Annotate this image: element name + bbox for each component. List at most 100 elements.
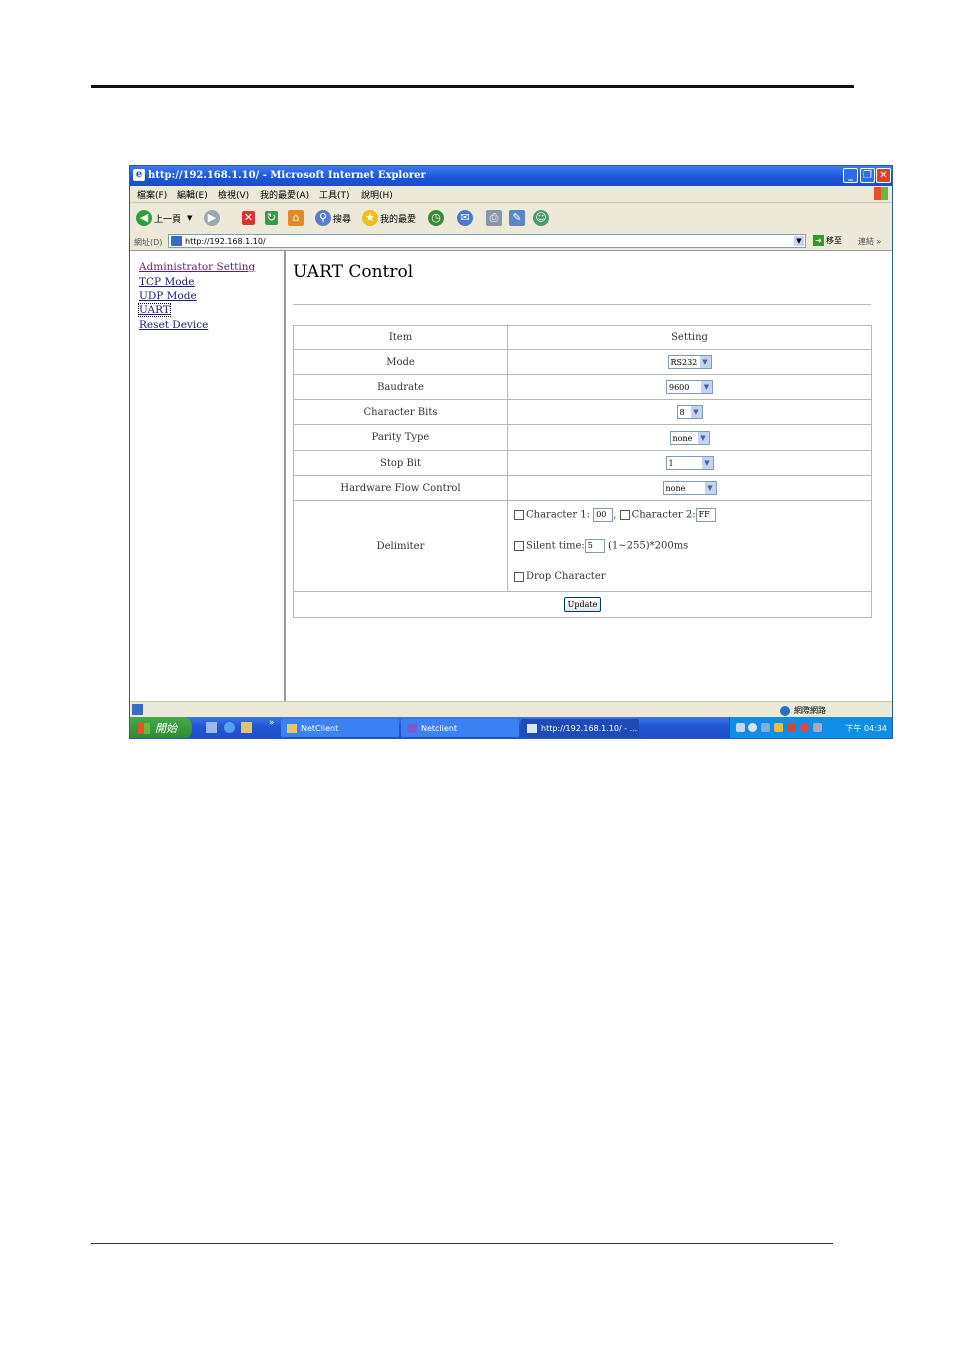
quicklaunch-more-icon[interactable]: » — [269, 718, 275, 728]
refresh-button[interactable]: ↻ — [265, 209, 280, 227]
mail-button[interactable]: ✉ — [457, 209, 475, 227]
menu-favorites[interactable]: 我的最愛(A) — [260, 188, 309, 201]
header-setting: Setting — [507, 325, 872, 350]
star-icon: ★ — [362, 210, 378, 226]
hardware-flow-control-select[interactable]: none ▼ — [662, 481, 717, 495]
table-row: Stop Bit 1 ▼ — [293, 450, 872, 476]
home-button[interactable]: ⌂ — [288, 209, 306, 227]
links-button[interactable]: 連結 » — [858, 236, 881, 247]
back-button[interactable]: ◀ 上一頁 ▼ — [136, 209, 192, 227]
address-dropdown-icon[interactable]: ▼ — [794, 236, 804, 246]
chevron-down-icon: ▼ — [699, 356, 711, 368]
menu-edit[interactable]: 編輯(E) — [177, 188, 208, 201]
window-title: http://192.168.1.10/ - Microsoft Interne… — [148, 170, 426, 181]
app-icon — [407, 723, 417, 733]
stop-button[interactable]: ✕ — [242, 209, 257, 227]
chevron-down-icon: ▼ — [704, 482, 716, 494]
tray-ime-icon[interactable] — [774, 723, 783, 732]
silent-time-label: Silent time: — [526, 540, 585, 552]
drop-character-checkbox[interactable] — [514, 571, 524, 582]
maximize-button[interactable]: ❐ — [860, 168, 875, 183]
character1-input[interactable]: 00 — [593, 508, 614, 522]
uart-settings-table: Item Setting Mode RS232 ▼ Baudrate 9600 ▼ … — [293, 325, 872, 618]
windows-logo-icon — [874, 187, 888, 200]
page-bottom-rule — [91, 1243, 833, 1244]
edit-button[interactable]: ✎ — [509, 209, 527, 227]
table-row: Hardware Flow Control none ▼ — [293, 475, 872, 501]
taskbar: 開始 » NetClient Netclient http://192.168.… — [130, 717, 892, 738]
table-header-row: Item Setting — [293, 325, 872, 350]
table-row: Baudrate 9600 ▼ — [293, 374, 872, 400]
character-bits-select[interactable]: 8 ▼ — [676, 405, 703, 419]
zone-label: 網際網路 — [794, 706, 826, 715]
address-url[interactable]: http://192.168.1.10/ — [185, 237, 266, 246]
ie-page-icon — [527, 723, 537, 733]
forward-arrow-icon: ▶ — [204, 210, 220, 226]
character2-input[interactable]: FF — [695, 508, 716, 522]
delimiter-row: Delimiter Character 1: 00, Character 2: F… — [293, 500, 872, 592]
mode-select[interactable]: RS232 ▼ — [667, 355, 712, 369]
task-label: Netclient — [421, 723, 458, 733]
history-button[interactable]: ◷ — [428, 209, 446, 227]
update-row: Update — [293, 591, 872, 618]
tray-network-icon[interactable] — [761, 723, 770, 732]
delimiter-characters: Character 1: 00, Character 2: FF — [514, 508, 716, 522]
minimize-button[interactable]: _ — [843, 168, 858, 183]
favorites-button[interactable]: ★ 我的最愛 — [362, 209, 416, 227]
baudrate-select[interactable]: 9600 ▼ — [666, 380, 713, 394]
back-label: 上一頁 — [154, 214, 182, 225]
menu-view[interactable]: 檢視(V) — [218, 188, 249, 201]
tray-security-icon[interactable] — [787, 723, 796, 732]
tray-keyboard-icon[interactable] — [736, 723, 745, 732]
messenger-button[interactable]: ☺ — [533, 209, 551, 227]
start-button[interactable]: 開始 — [130, 717, 192, 738]
close-button[interactable]: ✕ — [876, 168, 891, 183]
menu-help[interactable]: 說明(H) — [361, 188, 393, 201]
tray-volume-icon[interactable] — [813, 723, 822, 732]
nav-reset-device[interactable]: Reset Device — [139, 319, 208, 331]
tray-language-icon[interactable] — [748, 723, 757, 732]
quicklaunch-ie-icon[interactable] — [224, 722, 235, 733]
nav-administrator-setting[interactable]: Administrator Setting — [139, 261, 255, 273]
task-netclient-folder[interactable]: NetClient — [281, 719, 399, 737]
go-button[interactable]: ➜ 移至 — [813, 235, 842, 246]
clock[interactable]: 下午 04:34 — [845, 723, 887, 734]
back-dropdown-icon[interactable]: ▼ — [187, 214, 192, 222]
silent-time-input[interactable]: 5 — [584, 539, 605, 553]
go-label: 移至 — [826, 236, 842, 245]
chevron-down-icon: ▼ — [701, 457, 713, 469]
links-more: » — [876, 237, 882, 246]
address-label: 網址(D) — [134, 238, 163, 247]
chevron-down-icon: ▼ — [701, 381, 712, 393]
silent-time-checkbox[interactable] — [514, 541, 524, 551]
browser-window: e http://192.168.1.10/ - Microsoft Inter… — [129, 165, 893, 739]
task-ie-window[interactable]: http://192.168.1.10/ - ... — [521, 719, 639, 737]
address-input[interactable]: http://192.168.1.10/ ▼ — [168, 234, 806, 248]
menu-tools[interactable]: 工具(T) — [319, 188, 350, 201]
character2-label: Character 2: — [631, 509, 696, 521]
nav-tcp-mode[interactable]: TCP Mode — [139, 276, 194, 288]
stop-bit-value: 1 — [668, 459, 674, 468]
nav-udp-mode[interactable]: UDP Mode — [139, 290, 197, 302]
tray-antivirus-icon[interactable] — [800, 723, 809, 732]
main-frame: UART Control Item Setting Mode RS232 ▼ Ba… — [286, 251, 892, 701]
menu-file[interactable]: 檔案(F) — [137, 188, 167, 201]
start-label: 開始 — [155, 722, 177, 735]
print-button[interactable]: ⎙ — [486, 209, 504, 227]
update-button[interactable]: Update — [563, 597, 602, 612]
search-button[interactable]: ⚲ 搜尋 — [315, 209, 351, 227]
quicklaunch-desktop-icon[interactable] — [206, 722, 217, 733]
delimiter-drop-character: Drop Character — [514, 571, 606, 582]
task-netclient-app[interactable]: Netclient — [401, 719, 519, 737]
quicklaunch-folder-icon[interactable] — [241, 722, 252, 733]
baudrate-label: Baudrate — [293, 374, 508, 400]
parity-type-select[interactable]: none ▼ — [669, 430, 710, 445]
forward-button[interactable]: ▶ — [204, 209, 222, 227]
character2-checkbox[interactable] — [619, 510, 630, 520]
page-top-rule — [91, 85, 854, 88]
title-bar[interactable]: e http://192.168.1.10/ - Microsoft Inter… — [130, 166, 892, 186]
character1-checkbox[interactable] — [514, 510, 524, 520]
nav-uart[interactable]: UART — [138, 303, 171, 317]
parity-type-value: none — [672, 433, 693, 443]
stop-bit-select[interactable]: 1 ▼ — [665, 456, 714, 470]
